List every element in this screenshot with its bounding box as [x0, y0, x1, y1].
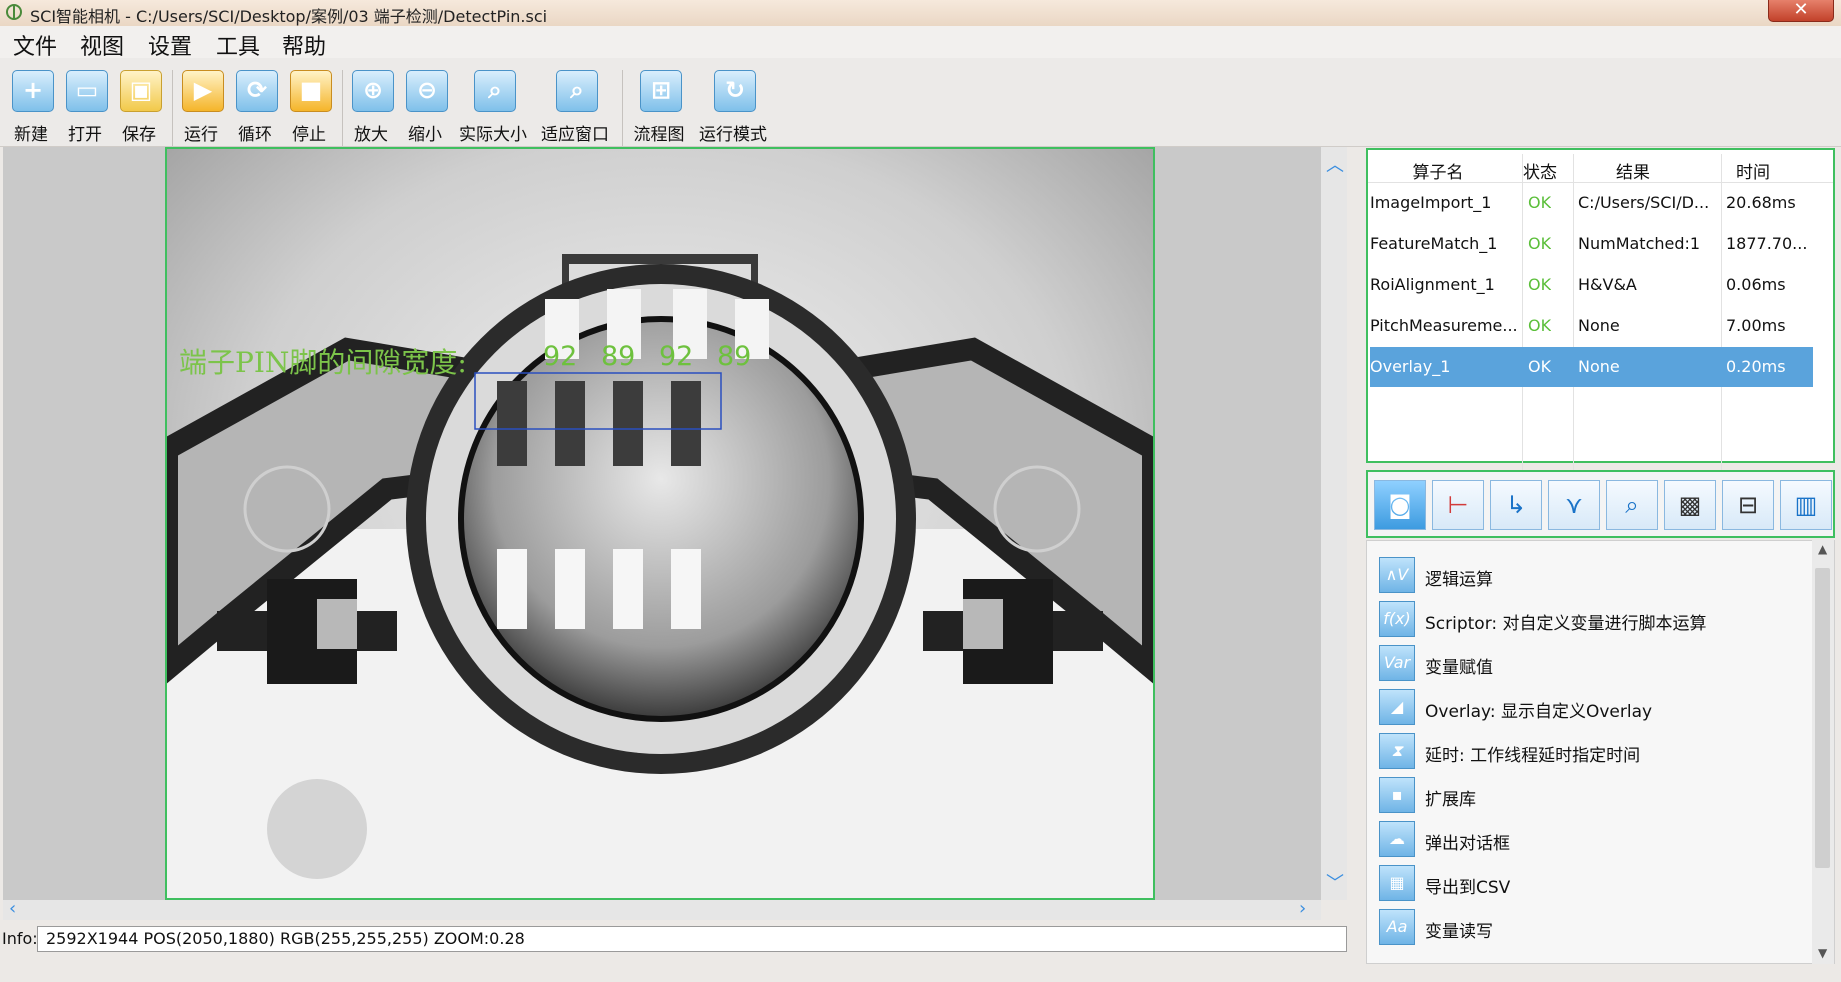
excel-icon: ▦: [1379, 865, 1415, 901]
info-label: Info:: [2, 929, 38, 948]
geometry-icon[interactable]: ⋎: [1548, 480, 1600, 530]
info-readout: 2592X1944 POS(2050,1880) RGB(255,255,255…: [37, 926, 1347, 952]
table-row[interactable]: ImageImport_1 OK C:/Users/SCI/D... 20.68…: [1370, 183, 1813, 223]
chevron-up-icon[interactable]: ︿: [1326, 151, 1344, 177]
table-row[interactable]: FeatureMatch_1 OK NumMatched:1 1877.70..…: [1370, 224, 1813, 264]
table-row[interactable]: PitchMeasureme... OK None 7.00ms: [1370, 306, 1813, 346]
chevron-up-icon[interactable]: ▲: [1818, 542, 1827, 556]
axis-icon[interactable]: ↳: [1490, 480, 1542, 530]
menu-tools[interactable]: 工具: [216, 29, 260, 61]
connector-image: [167, 149, 1153, 898]
chevron-right-icon[interactable]: ›: [1299, 898, 1306, 919]
zoom-out-icon: ⊖: [406, 70, 448, 112]
viewer-vertical-scrollbar[interactable]: ︿ ﹀: [1321, 147, 1347, 900]
overlay-icon: ◢: [1379, 689, 1415, 725]
close-button[interactable]: ✕: [1768, 0, 1834, 22]
zoom-in-icon: ⊕: [352, 70, 394, 112]
operator-category-bar: ◙ ⊢ ↳ ⋎ ⌕ ▩ ⊟ ▥: [1366, 470, 1835, 538]
network-icon[interactable]: ⊟: [1722, 480, 1774, 530]
window-title: SCI智能相机 - C:/Users/SCI/Desktop/案例/03 端子检…: [30, 7, 548, 26]
list-item-scriptor[interactable]: f(x) Scriptor: 对自定义变量进行脚本运算: [1379, 599, 1809, 639]
overlay-caption: 端子PIN脚的间隙宽度:: [179, 346, 467, 379]
folder-icon: ▭: [66, 70, 108, 112]
new-file-icon: +: [12, 70, 54, 112]
list-item-overlay[interactable]: ◢ Overlay: 显示自定义Overlay: [1379, 687, 1809, 727]
menu-settings[interactable]: 设置: [148, 29, 192, 61]
list-item-variable-assign[interactable]: Var 变量赋值: [1379, 643, 1809, 683]
zoom-out-button[interactable]: ⊖ 缩小: [398, 64, 452, 145]
viewer-horizontal-scrollbar[interactable]: ‹ ›: [3, 898, 1321, 920]
table-row[interactable]: RoiAlignment_1 OK H&V&A 0.06ms: [1370, 265, 1813, 305]
save-button[interactable]: ▣ 保存: [112, 64, 166, 145]
flowchart-button[interactable]: ⊞ 流程图: [632, 64, 686, 145]
toolbar: + 新建 ▭ 打开 ▣ 保存 ▶ 运行 ⟳ 循环 ■ 停止 ⊕ 放大 ⊖ 缩小 ⌕ 实际大小 ⌕ 适…: [0, 58, 1841, 147]
camera-image[interactable]: 端子PIN脚的间隙宽度: 92 89 92 89: [165, 147, 1155, 900]
operator-table: 算子名 状态 结果 时间 ImageImport_1 OK C:/Users/S…: [1366, 148, 1835, 474]
chart-icon[interactable]: ▥: [1780, 480, 1832, 530]
speech-bubble-icon: ☁: [1379, 821, 1415, 857]
search-icon[interactable]: ⌕: [1606, 480, 1658, 530]
header-operator-name[interactable]: 算子名: [1388, 158, 1488, 183]
actual-size-icon: ⌕: [474, 70, 516, 112]
list-item-extension[interactable]: ▪ 扩展库: [1379, 775, 1809, 815]
menu-bar: 文件 视图 设置 工具 帮助: [0, 26, 1841, 61]
fit-window-icon: ⌕: [556, 70, 598, 112]
tool-list: ∧V 逻辑运算 f(x) Scriptor: 对自定义变量进行脚本运算 Var 变量赋…: [1366, 540, 1835, 964]
loop-icon: ⟳: [236, 70, 278, 112]
text-icon: Aa: [1379, 909, 1415, 945]
chevron-down-icon[interactable]: ﹀: [1326, 869, 1344, 895]
gap-value-4: 89: [717, 341, 752, 372]
camera-icon[interactable]: ◙: [1374, 480, 1426, 530]
save-icon: ▣: [120, 70, 162, 112]
run-mode-button[interactable]: ↻ 运行模式: [699, 64, 767, 145]
extension-icon: ▪: [1379, 777, 1415, 813]
title-bar: SCI智能相机 - C:/Users/SCI/Desktop/案例/03 端子检…: [0, 0, 1841, 27]
measure-icon[interactable]: ⊢: [1432, 480, 1484, 530]
gap-value-1: 92: [543, 341, 578, 372]
list-item-dialog[interactable]: ☁ 弹出对话框: [1379, 819, 1809, 859]
header-status[interactable]: 状态: [1520, 158, 1560, 183]
gap-value-2: 89: [601, 341, 636, 372]
function-icon: f(x): [1379, 601, 1415, 637]
menu-view[interactable]: 视图: [80, 29, 124, 61]
list-item-logic[interactable]: ∧V 逻辑运算: [1379, 555, 1809, 595]
menu-file[interactable]: 文件: [13, 29, 57, 61]
play-icon: ▶: [182, 70, 224, 112]
list-item-variable-rw[interactable]: Aa 变量读写: [1379, 907, 1809, 947]
variable-icon: Var: [1379, 645, 1415, 681]
header-result[interactable]: 结果: [1568, 158, 1698, 183]
hourglass-icon: ⧗: [1379, 733, 1415, 769]
qr-code-icon[interactable]: ▩: [1664, 480, 1716, 530]
app-logo-icon: [6, 4, 22, 20]
stop-button[interactable]: ■ 停止: [282, 64, 336, 145]
chevron-left-icon[interactable]: ‹: [9, 898, 16, 919]
actual-size-button[interactable]: ⌕ 实际大小: [459, 64, 527, 145]
table-row-selected[interactable]: Overlay_1 OK None 0.20ms: [1370, 347, 1813, 387]
list-item-delay[interactable]: ⧗ 延时: 工作线程延时指定时间: [1379, 731, 1809, 771]
stop-icon: ■: [290, 70, 332, 112]
fit-window-button[interactable]: ⌕ 适应窗口: [541, 64, 609, 145]
tool-list-scrollbar[interactable]: ▲ ▼: [1812, 540, 1834, 964]
chevron-down-icon[interactable]: ▼: [1818, 946, 1827, 960]
flowchart-icon: ⊞: [640, 70, 682, 112]
run-mode-icon: ↻: [714, 70, 756, 112]
list-item-export-csv[interactable]: ▦ 导出到CSV: [1379, 863, 1809, 903]
menu-help[interactable]: 帮助: [282, 29, 326, 61]
gap-value-3: 92: [659, 341, 694, 372]
logic-icon: ∧V: [1379, 557, 1415, 593]
header-time[interactable]: 时间: [1698, 158, 1808, 183]
scrollbar-thumb[interactable]: [1815, 568, 1830, 868]
